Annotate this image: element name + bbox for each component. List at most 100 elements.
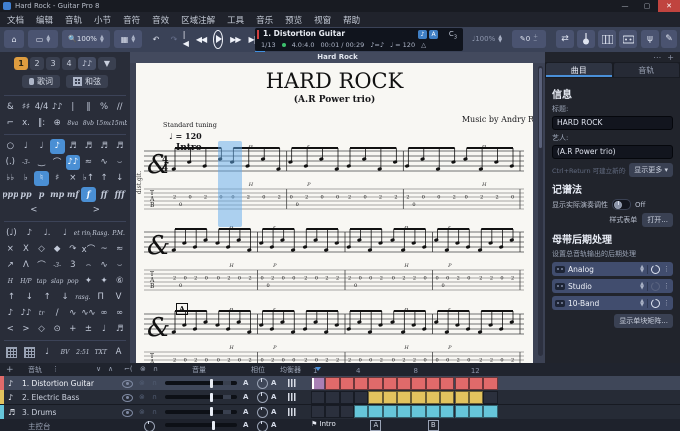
undo-button[interactable]: ↶ xyxy=(148,30,164,48)
effect-power-button[interactable] xyxy=(651,282,660,291)
chord-diagram-icon[interactable] xyxy=(3,345,20,360)
headphone-all-icon[interactable]: ∩ xyxy=(153,365,158,373)
expand-icon[interactable]: ∧ xyxy=(108,365,113,373)
timeline-cell[interactable] xyxy=(340,391,354,404)
key-signature-icon[interactable]: ♯♯ xyxy=(19,100,34,115)
long-wave-icon[interactable]: ∿∿ xyxy=(81,306,96,321)
menu-item-预览[interactable]: 预览 xyxy=(285,14,302,26)
timeline-cell[interactable] xyxy=(483,391,497,404)
sixtyfourth-note-icon[interactable]: ♬ xyxy=(97,139,112,154)
scoop-icon[interactable]: ⌣ xyxy=(112,258,127,273)
double-sharp-icon[interactable]: × xyxy=(66,171,81,186)
solo-headphone-icon[interactable]: ∩ xyxy=(152,379,157,387)
timeline-cell[interactable] xyxy=(354,405,368,418)
golpe-icon[interactable]: + xyxy=(66,322,81,337)
wah-closed-icon[interactable]: ⊙ xyxy=(50,322,65,337)
pan-knob[interactable] xyxy=(257,392,268,403)
dynamic-fff[interactable]: fff xyxy=(112,187,127,202)
left-hand-icon[interactable]: ✦ xyxy=(81,274,96,289)
dynamic-pp[interactable]: pp xyxy=(19,187,34,202)
collapse-icon[interactable]: ∨ xyxy=(96,365,101,373)
timeline-cell[interactable] xyxy=(397,391,411,404)
effect-selector-icon[interactable]: ▲▼ xyxy=(640,282,644,290)
timeline-cell[interactable] xyxy=(440,377,454,390)
effect-menu-icon[interactable]: ⋮ xyxy=(663,282,670,290)
menu-item-帮助[interactable]: 帮助 xyxy=(343,14,360,26)
countin-icon[interactable]: C3 xyxy=(449,30,457,40)
menu-item-音乐[interactable]: 音乐 xyxy=(256,14,273,26)
slide-icon[interactable]: ↗ xyxy=(3,258,18,273)
slide-out-icon[interactable]: Λ xyxy=(19,258,34,273)
view-mode-dropdown[interactable]: ▭▲▼ xyxy=(28,30,58,48)
pan-automation[interactable]: A xyxy=(271,408,276,416)
repeat-open-icon[interactable]: ‖: xyxy=(34,116,49,131)
timeline-cell[interactable] xyxy=(383,405,397,418)
mute-icon[interactable]: ⊗ xyxy=(139,408,145,416)
tab-view-icon[interactable]: A xyxy=(429,30,438,39)
score-tab[interactable]: Hard Rock xyxy=(130,52,545,63)
repeat-icon[interactable]: // xyxy=(112,100,127,115)
double-flat-icon[interactable]: ♭♭ xyxy=(3,171,18,186)
section-marker-B[interactable]: B xyxy=(428,420,439,431)
pick-scrape-icon[interactable]: ± xyxy=(81,322,96,337)
arpeggio-icon[interactable]: ∿ xyxy=(97,155,112,170)
thirtysecond-note-icon[interactable]: ♬ xyxy=(81,139,96,154)
effect-selector-icon[interactable]: ▲▼ xyxy=(640,299,644,307)
show-matrix-button[interactable]: 显示单块矩阵... xyxy=(614,314,673,328)
dead-note-icon[interactable]: × xyxy=(3,242,18,257)
timeline-cell[interactable] xyxy=(426,405,440,418)
home-button[interactable]: ⌂ xyxy=(4,30,24,48)
menu-item-音效[interactable]: 音效 xyxy=(152,14,169,26)
show-more-button[interactable]: 显示更多 ▾ xyxy=(629,163,673,177)
timeline-cell[interactable] xyxy=(440,405,454,418)
ottava-bassa-icon[interactable]: 8vb xyxy=(81,116,96,131)
menu-item-编辑[interactable]: 编辑 xyxy=(36,14,53,26)
tie-icon[interactable]: ‿ xyxy=(34,155,49,170)
mastering-effect-Analog[interactable]: Analog▲▼⋮ xyxy=(552,262,673,276)
master-volume-automation[interactable]: A xyxy=(243,421,248,429)
section-letter-icon[interactable]: A xyxy=(110,345,127,360)
coda-icon[interactable]: ⊕ xyxy=(50,116,65,131)
score-scrollbar[interactable] xyxy=(538,66,543,356)
crescendo-icon[interactable]: < xyxy=(3,203,65,218)
close-button[interactable]: ✕ xyxy=(658,0,680,12)
mastering-effect-Studio[interactable]: Studio▲▼⋮ xyxy=(552,279,673,293)
minimize-button[interactable]: — xyxy=(614,0,636,12)
trill-icon[interactable]: tr xyxy=(34,306,49,321)
track-row-3[interactable]: ♬3. Drums⊗∩AA xyxy=(0,405,680,419)
track-row-1[interactable]: ♪1. Distortion Guitar⊗∩AA xyxy=(0,376,680,390)
free-time-icon[interactable]: ♪♪ xyxy=(50,100,65,115)
menu-item-小节[interactable]: 小节 xyxy=(94,14,111,26)
bracket-icon[interactable]: ⌐ xyxy=(3,116,18,131)
fast-forward-button[interactable]: ▶▶ xyxy=(230,35,240,44)
transpose-up-icon[interactable]: ↑ xyxy=(97,171,112,186)
timeline-cell[interactable] xyxy=(411,377,425,390)
solo-all-icon[interactable]: ⌐( xyxy=(124,365,133,373)
beam-icon[interactable]: ♪♪ xyxy=(66,155,81,170)
staccato-icon[interactable]: ♩. xyxy=(39,226,56,241)
master-pan-automation[interactable]: A xyxy=(271,421,276,429)
timeline-cell[interactable] xyxy=(469,405,483,418)
downpick-icon[interactable]: Π xyxy=(92,290,109,305)
solo-headphone-icon[interactable]: ∩ xyxy=(152,408,157,416)
timeline-cell[interactable] xyxy=(340,405,354,418)
timeline-cell[interactable] xyxy=(311,377,325,390)
multirest-icon[interactable]: x. xyxy=(19,116,34,131)
concert-pitch-toggle[interactable] xyxy=(612,199,631,210)
menu-item-音符[interactable]: 音符 xyxy=(123,14,140,26)
transpose-control[interactable]: ✎0＋− xyxy=(512,30,546,48)
slap-icon[interactable]: slap xyxy=(50,274,65,289)
timeline-cell[interactable] xyxy=(455,391,469,404)
mordent-icon[interactable]: ♪♪ xyxy=(19,306,34,321)
rasgueado-stroke-icon[interactable]: rasg. xyxy=(74,290,91,305)
eighth-note-icon[interactable]: ♪ xyxy=(50,139,65,154)
notation-view-icon[interactable]: ♪ xyxy=(418,30,427,39)
effect-power-button[interactable] xyxy=(651,299,660,308)
decrescendo-icon[interactable]: > xyxy=(66,203,128,218)
keyboard-button[interactable] xyxy=(598,30,616,48)
voice-button-1[interactable]: 1 xyxy=(14,57,28,70)
artist-input[interactable]: (A.R Power trio) xyxy=(552,145,673,159)
mastering-effect-10-Band[interactable]: 10-Band▲▼⋮ xyxy=(552,296,673,310)
slur-icon[interactable]: ⌒ xyxy=(50,155,65,170)
metronome-icon[interactable]: △ xyxy=(421,41,426,49)
